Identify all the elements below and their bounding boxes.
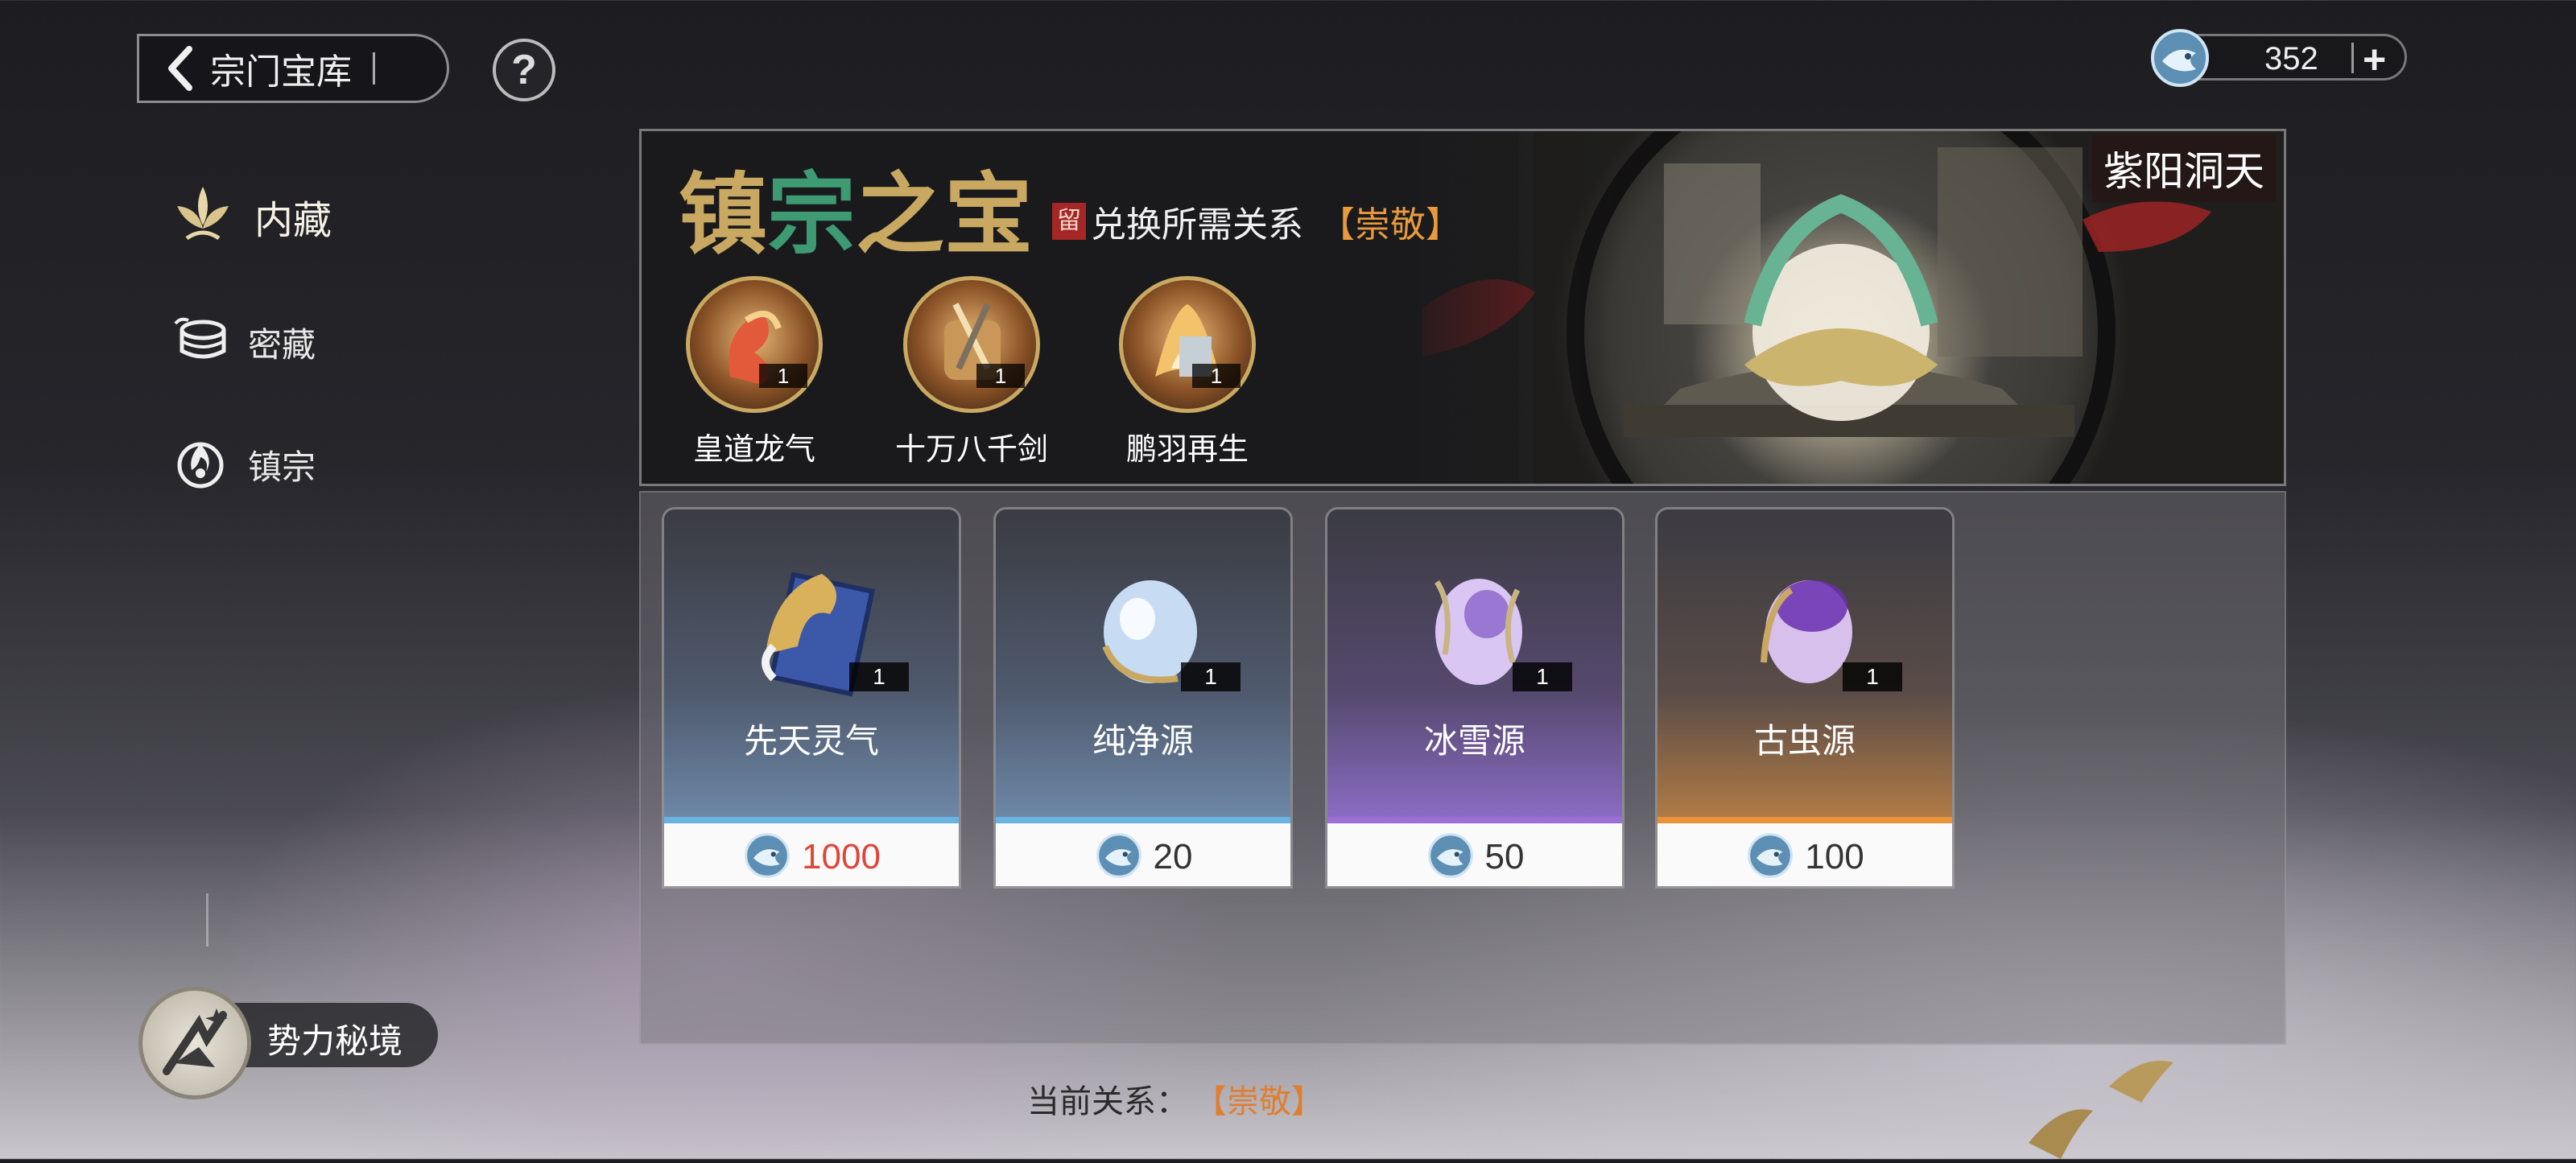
item-count: 1 <box>849 662 909 691</box>
fish-coin-icon <box>742 831 792 885</box>
dragon-qi-icon: 1 <box>686 276 823 413</box>
reward-item[interactable]: 1 鹏羽再生 <box>1091 276 1284 468</box>
price-button[interactable]: 50 <box>1327 823 1622 886</box>
fish-coin-icon <box>1745 831 1795 885</box>
shop-item-card[interactable]: 1 纯净源 20 <box>993 507 1293 889</box>
item-price: 50 <box>1484 837 1525 876</box>
item-count: 1 <box>1192 364 1241 388</box>
current-relation: 当前关系： 【崇敬】 <box>1027 1075 1323 1122</box>
help-button[interactable]: ? <box>493 39 555 101</box>
sidebar-item-label: 内藏 <box>254 199 332 242</box>
phoenix-feather-icon: 1 <box>1119 276 1256 413</box>
chevron-left-icon <box>155 44 204 93</box>
divider <box>206 893 208 946</box>
item-count: 1 <box>1843 662 1902 691</box>
item-count: 1 <box>976 364 1025 388</box>
shop-item-card[interactable]: 1 冰雪源 50 <box>1325 507 1624 889</box>
seal-stamp: 留 <box>1052 203 1086 240</box>
sidebar-item-zhenzong[interactable]: 镇宗 <box>172 435 316 495</box>
fish-coin-icon <box>1094 831 1144 885</box>
reward-name: 皇道龙气 <box>692 433 815 467</box>
realm-label: 势力秘境 <box>267 1022 403 1060</box>
divider <box>373 52 375 85</box>
rarity-stripe <box>1327 817 1622 823</box>
divider <box>2351 43 2354 73</box>
shop-item-card[interactable]: 1 先天灵气 1000 <box>662 507 961 889</box>
sword-pouch-icon: 1 <box>903 276 1040 413</box>
reward-name: 十万八千剑 <box>894 433 1048 467</box>
relation-label: 当前关系： <box>1027 1084 1188 1120</box>
page-title: 宗门宝库 <box>210 52 352 92</box>
requirement-text: 兑换所需关系 <box>1091 205 1303 245</box>
item-price: 100 <box>1805 837 1864 876</box>
treasure-banner: 镇宗之宝 留 兑换所需关系 【崇敬】 紫阳洞天 1 皇道龙气 1 十万八千剑 1… <box>639 129 2286 486</box>
price-button[interactable]: 100 <box>1657 823 1952 886</box>
relation-value: 【崇敬】 <box>1211 1084 1323 1120</box>
price-button[interactable]: 20 <box>996 823 1290 886</box>
sidebar-item-label: 密藏 <box>248 326 316 364</box>
back-button[interactable]: 宗门宝库 <box>137 34 449 103</box>
item-count: 1 <box>1513 662 1572 691</box>
fish-coin-icon <box>1426 831 1476 885</box>
exchange-requirement: 留 兑换所需关系 【崇敬】 <box>1052 196 1461 247</box>
item-name: 冰雪源 <box>1423 722 1525 760</box>
item-name: 古虫源 <box>1753 722 1856 760</box>
currency-amount: 352 <box>2264 41 2318 76</box>
leaf-icon <box>171 182 235 250</box>
fish-coin-icon <box>2148 26 2212 94</box>
rarity-stripe <box>664 817 959 823</box>
coin-stack-icon <box>172 312 229 373</box>
add-currency-button[interactable]: + <box>2363 36 2386 83</box>
price-button[interactable]: 1000 <box>664 823 959 886</box>
reward-item[interactable]: 1 十万八千剑 <box>875 276 1068 468</box>
sidebar-item-neicang[interactable]: 内藏 <box>171 182 332 250</box>
item-count: 1 <box>1181 662 1241 691</box>
sidebar-item-label: 镇宗 <box>248 448 316 486</box>
shop-item-card[interactable]: 1 古虫源 100 <box>1655 507 1955 889</box>
item-name: 纯净源 <box>1092 722 1194 760</box>
item-name: 先天灵气 <box>743 722 879 760</box>
flame-icon <box>172 435 229 495</box>
region-name: 紫阳洞天 <box>2092 134 2276 202</box>
realm-icon <box>138 987 251 1099</box>
banner-title-art: 镇宗之宝 <box>679 163 1033 266</box>
rarity-stripe <box>1657 817 1952 823</box>
item-price: 1000 <box>802 837 881 876</box>
faction-secret-realm-button[interactable]: 势力秘境 <box>138 987 438 1099</box>
koi-decoration-icon <box>2013 1038 2206 1163</box>
reward-item[interactable]: 1 皇道龙气 <box>658 276 851 468</box>
item-count: 1 <box>759 364 807 388</box>
sidebar-item-micang[interactable]: 密藏 <box>172 312 316 373</box>
reward-name: 鹏羽再生 <box>1125 433 1249 467</box>
item-price: 20 <box>1153 837 1193 876</box>
rarity-stripe <box>996 817 1290 823</box>
requirement-tag: 【崇敬】 <box>1319 205 1461 245</box>
